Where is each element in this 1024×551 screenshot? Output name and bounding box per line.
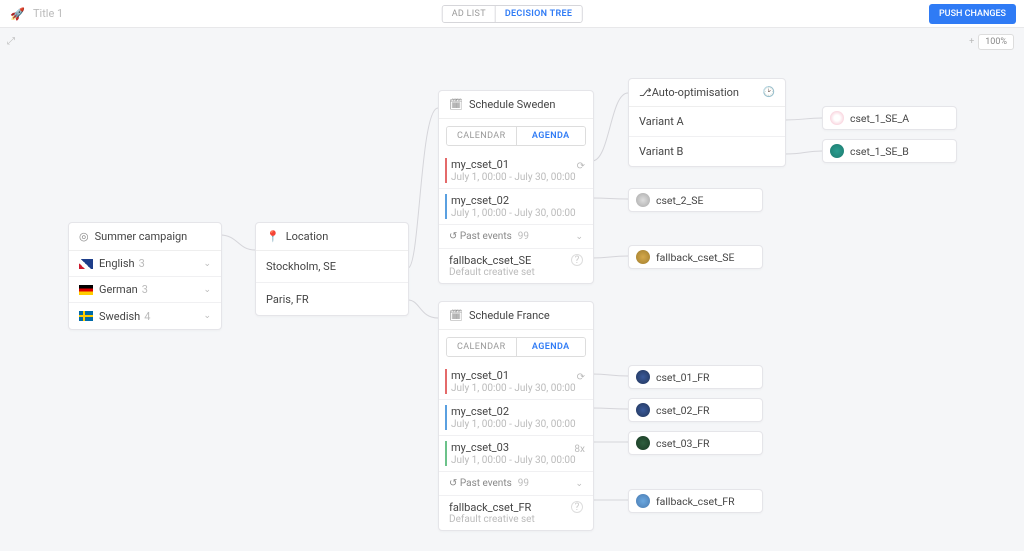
- schedule-fr-title: Schedule France: [469, 309, 550, 322]
- variant-b[interactable]: Variant B: [629, 137, 785, 166]
- help-icon: ?: [571, 501, 583, 513]
- variant-a[interactable]: Variant A: [629, 107, 785, 137]
- cset-02-fr[interactable]: cset_02_FR: [628, 398, 763, 422]
- target-icon: ◎: [79, 230, 89, 243]
- chevron-down-icon: ⌄: [203, 285, 211, 295]
- calendar-icon: 🗓: [449, 309, 463, 322]
- cset-se-b[interactable]: cset_1_SE_B: [822, 139, 957, 163]
- schedule-se-tabs: CALENDAR AGENDA: [446, 126, 586, 146]
- tab-calendar-se[interactable]: CALENDAR: [447, 127, 517, 145]
- count-tag: 8x: [574, 444, 585, 455]
- help-icon: ?: [571, 254, 583, 266]
- sched-item-se-2[interactable]: my_cset_02July 1, 00:00 - July 30, 00:00: [439, 189, 593, 225]
- tab-decision-tree[interactable]: DECISION TREE: [496, 6, 581, 22]
- flag-de-icon: [79, 285, 93, 295]
- canvas[interactable]: ◎ Summer campaign English3⌄ German3⌄ Swe…: [0, 28, 1024, 551]
- pin-icon: 📍: [266, 230, 280, 243]
- view-toggle: AD LIST DECISION TREE: [442, 5, 583, 23]
- cset-icon: [636, 250, 650, 264]
- push-changes-button[interactable]: PUSH CHANGES: [929, 4, 1016, 24]
- cset-se-a[interactable]: cset_1_SE_A: [822, 106, 957, 130]
- schedule-sweden-card: 🗓 Schedule Sweden CALENDAR AGENDA my_cse…: [438, 90, 594, 284]
- cset-icon: [636, 193, 650, 207]
- sched-item-fr-3[interactable]: my_cset_03July 1, 00:00 - July 30, 00:00…: [439, 436, 593, 472]
- location-stockholm[interactable]: Stockholm, SE: [256, 251, 408, 283]
- schedule-se-title: Schedule Sweden: [469, 98, 555, 111]
- schedule-fr-tabs: CALENDAR AGENDA: [446, 337, 586, 357]
- recycle-icon: ⟳: [577, 372, 585, 383]
- fallback-fr[interactable]: ?fallback_cset_FRDefault creative set: [439, 496, 593, 530]
- lang-swedish[interactable]: Swedish4⌄: [69, 303, 221, 329]
- campaign-title: Summer campaign: [95, 230, 188, 243]
- chevron-down-icon: ⌄: [575, 232, 583, 242]
- cset-icon: [830, 144, 844, 158]
- top-bar: 🚀 Title 1 AD LIST DECISION TREE PUSH CHA…: [0, 0, 1024, 28]
- location-title: Location: [286, 230, 329, 243]
- cset-2-se[interactable]: cset_2_SE: [628, 188, 763, 212]
- campaign-card: ◎ Summer campaign English3⌄ German3⌄ Swe…: [68, 222, 222, 330]
- page-title: Title 1: [33, 7, 63, 20]
- cset-icon: [830, 111, 844, 125]
- history-icon: ↺: [449, 231, 457, 242]
- chevron-down-icon: ⌄: [203, 259, 211, 269]
- schedule-france-card: 🗓 Schedule France CALENDAR AGENDA my_cse…: [438, 301, 594, 531]
- clock-icon: 🕑: [763, 87, 775, 98]
- fallback-se[interactable]: ?fallback_cset_SEDefault creative set: [439, 249, 593, 283]
- optim-header: ⎇ Auto-optimisation 🕑: [629, 79, 785, 107]
- flag-en-icon: [79, 259, 93, 269]
- sched-item-fr-1[interactable]: my_cset_01July 1, 00:00 - July 30, 00:00…: [439, 364, 593, 400]
- branch-icon: ⎇: [639, 86, 652, 99]
- history-icon: ↺: [449, 478, 457, 489]
- chevron-down-icon: ⌄: [575, 479, 583, 489]
- recycle-icon: ⟳: [577, 161, 585, 172]
- location-paris[interactable]: Paris, FR: [256, 283, 408, 315]
- cset-icon: [636, 403, 650, 417]
- auto-optimisation-card: ⎇ Auto-optimisation 🕑 Variant A Variant …: [628, 78, 786, 167]
- tab-ad-list[interactable]: AD LIST: [443, 6, 496, 22]
- cset-03-fr[interactable]: cset_03_FR: [628, 431, 763, 455]
- tab-agenda-se[interactable]: AGENDA: [517, 127, 586, 145]
- location-card: 📍 Location Stockholm, SE Paris, FR: [255, 222, 409, 316]
- cset-icon: [636, 370, 650, 384]
- rocket-icon: 🚀: [10, 7, 25, 21]
- flag-sv-icon: [79, 311, 93, 321]
- cset-icon: [636, 436, 650, 450]
- schedule-fr-header: 🗓 Schedule France: [439, 302, 593, 330]
- sched-item-fr-2[interactable]: my_cset_02July 1, 00:00 - July 30, 00:00: [439, 400, 593, 436]
- cset-fallback-se[interactable]: fallback_cset_SE: [628, 245, 763, 269]
- cset-fallback-fr[interactable]: fallback_cset_FR: [628, 489, 763, 513]
- schedule-se-header: 🗓 Schedule Sweden: [439, 91, 593, 119]
- past-events-se[interactable]: ↺ Past events99⌄: [439, 225, 593, 249]
- sched-item-se-1[interactable]: my_cset_01July 1, 00:00 - July 30, 00:00…: [439, 153, 593, 189]
- chevron-down-icon: ⌄: [203, 311, 211, 321]
- lang-english[interactable]: English3⌄: [69, 251, 221, 277]
- tab-calendar-fr[interactable]: CALENDAR: [447, 338, 517, 356]
- past-events-fr[interactable]: ↺ Past events99⌄: [439, 472, 593, 496]
- cset-icon: [636, 494, 650, 508]
- cset-01-fr[interactable]: cset_01_FR: [628, 365, 763, 389]
- campaign-header: ◎ Summer campaign: [69, 223, 221, 251]
- calendar-icon: 🗓: [449, 98, 463, 111]
- lang-german[interactable]: German3⌄: [69, 277, 221, 303]
- tab-agenda-fr[interactable]: AGENDA: [517, 338, 586, 356]
- location-header: 📍 Location: [256, 223, 408, 251]
- optim-title: Auto-optimisation: [652, 86, 739, 99]
